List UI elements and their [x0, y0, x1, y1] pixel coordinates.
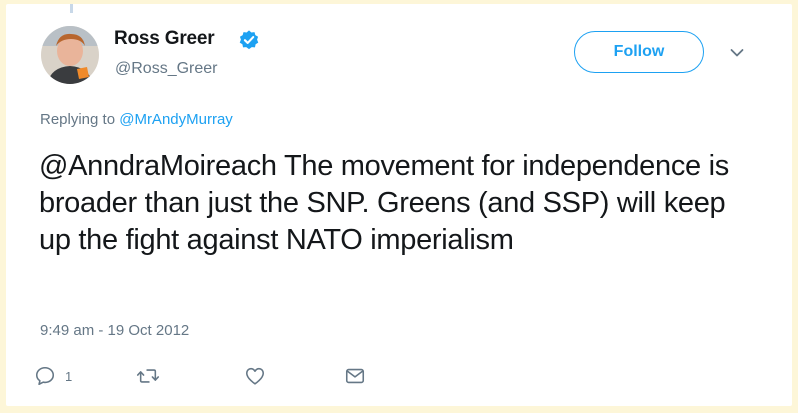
envelope-icon[interactable] — [344, 365, 366, 387]
replying-to-mention[interactable]: @MrAndyMurray — [119, 111, 233, 128]
tweet-card: Ross Greer @Ross_Greer Follow Replying t… — [6, 4, 792, 406]
retweet-icon[interactable] — [136, 365, 160, 387]
retweet-action[interactable] — [136, 364, 160, 388]
tweet-text: @AnndraMoireach The movement for indepen… — [39, 150, 729, 256]
avatar[interactable] — [41, 26, 99, 84]
author-name[interactable]: Ross Greer — [114, 28, 215, 50]
replying-prefix: Replying to — [40, 111, 120, 128]
follow-button[interactable]: Follow — [574, 31, 704, 73]
reply-icon[interactable] — [34, 365, 56, 387]
message-action[interactable] — [344, 364, 366, 388]
avatar-image — [41, 26, 99, 84]
tweet-timestamp[interactable]: 9:49 am - 19 Oct 2012 — [40, 322, 189, 339]
verified-badge-icon — [239, 30, 259, 50]
reply-count: 1 — [65, 368, 73, 384]
replying-to-line: Replying to @MrAndyMurray — [40, 111, 233, 128]
heart-icon[interactable] — [244, 365, 266, 387]
chevron-down-icon[interactable] — [730, 48, 744, 58]
author-handle[interactable]: @Ross_Greer — [115, 60, 218, 78]
reply-action[interactable]: 1 — [34, 364, 72, 388]
like-action[interactable] — [244, 364, 266, 388]
connector-line — [70, 4, 73, 13]
